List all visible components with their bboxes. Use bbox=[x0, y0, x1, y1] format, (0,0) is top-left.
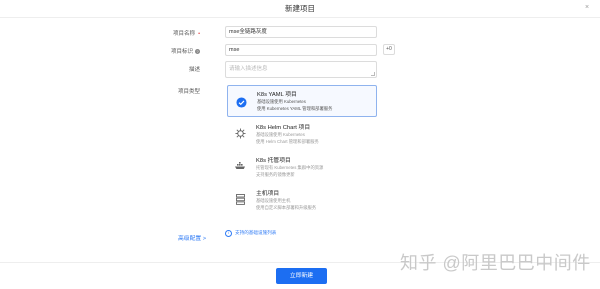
option-desc-1: 托管现有 Kubernetes 集群中的资源 bbox=[256, 165, 324, 170]
server-icon bbox=[233, 192, 247, 206]
close-icon[interactable]: × bbox=[585, 4, 589, 11]
modal-title: 新建项目 bbox=[285, 4, 315, 13]
type-option-host[interactable]: 主机项目 基础设施使用主机 使用自定义脚本部署和升级服务 bbox=[227, 184, 377, 216]
supported-infra-row: i 支持的基础设施列表 bbox=[225, 221, 276, 239]
type-option-k8s-yaml[interactable]: K8s YAML 项目 基础设施使用 Kubernetes 使用 Kuberne… bbox=[227, 85, 377, 117]
description-placeholder: 请输入描述信息 bbox=[229, 66, 268, 72]
k8s-hosted-icon bbox=[233, 159, 247, 173]
regenerate-identifier-button[interactable]: +0 bbox=[383, 44, 395, 55]
option-desc-2: 使用 Helm Chart 管理和部署服务 bbox=[256, 139, 319, 144]
project-identifier-label: 项目标识? bbox=[170, 48, 200, 55]
watermark-text: 知乎 @阿里巴巴中间件 bbox=[400, 253, 591, 273]
option-desc-2: 支持服务的镜像更新 bbox=[256, 172, 295, 177]
check-circle-icon bbox=[234, 95, 248, 109]
project-type-label: 项目类型 bbox=[177, 89, 200, 95]
project-identifier-input[interactable]: mse bbox=[225, 44, 377, 56]
project-name-label: 项目名称 • bbox=[173, 31, 200, 37]
helm-icon bbox=[233, 126, 247, 140]
help-icon: ? bbox=[195, 48, 200, 54]
description-label: 描述 bbox=[188, 67, 200, 73]
resize-handle-icon[interactable] bbox=[371, 72, 375, 76]
option-title: K8s YAML 项目 bbox=[257, 92, 297, 98]
create-button[interactable]: 立即新建 bbox=[276, 268, 327, 284]
info-icon: i bbox=[225, 229, 232, 237]
project-name-input[interactable]: mse全链路灰度 bbox=[225, 26, 377, 38]
option-desc-2: 使用 Kubernetes YAML 管理和部署服务 bbox=[257, 106, 333, 111]
option-title: K8s Helm Chart 项目 bbox=[256, 125, 311, 131]
type-option-k8s-helm[interactable]: K8s Helm Chart 项目 基础设施使用 Kubernetes 使用 H… bbox=[227, 118, 377, 150]
option-title: K8s 托管项目 bbox=[256, 158, 291, 164]
option-desc-2: 使用自定义脚本部署和升级服务 bbox=[256, 205, 317, 210]
supported-infra-link[interactable]: 支持的基础设施列表 bbox=[235, 230, 276, 235]
header-divider bbox=[0, 17, 600, 18]
option-desc-1: 基础设施使用主机 bbox=[256, 198, 291, 203]
description-textarea[interactable]: 请输入描述信息 bbox=[225, 61, 377, 78]
option-desc-1: 基础设施使用 Kubernetes bbox=[257, 99, 306, 104]
option-title: 主机项目 bbox=[256, 191, 280, 197]
advanced-config-toggle[interactable]: 高级配置 > bbox=[178, 233, 206, 242]
option-desc-1: 基础设施使用 Kubernetes bbox=[256, 132, 305, 137]
type-option-k8s-hosted[interactable]: K8s 托管项目 托管现有 Kubernetes 集群中的资源 支持服务的镜像更… bbox=[227, 151, 377, 183]
required-mark: • bbox=[198, 31, 200, 37]
